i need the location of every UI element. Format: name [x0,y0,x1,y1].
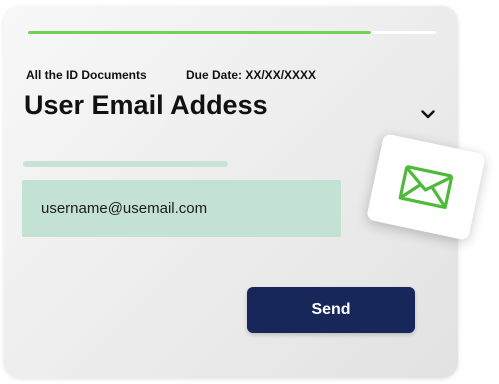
stage: All the ID Documents Due Date: XX/XX/XXX… [0,0,499,384]
envelope-icon [398,165,454,210]
field-label-placeholder-bar [23,161,228,167]
due-date-label: Due Date: XX/XX/XXXX [186,68,317,82]
chevron-down-icon[interactable] [419,105,437,123]
send-button[interactable]: Send [247,287,415,333]
field-title: User Email Addess [24,90,268,120]
email-input[interactable] [22,180,341,237]
progress-bar [28,31,436,34]
email-field[interactable] [22,180,341,237]
documents-label: All the ID Documents [26,68,147,82]
progress-fill [28,31,371,34]
